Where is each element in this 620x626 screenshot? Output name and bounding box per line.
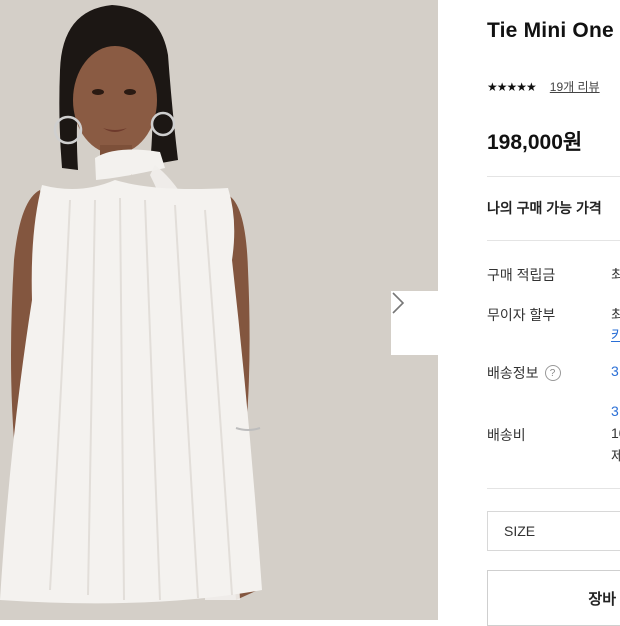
reward-label: 구매 적립금 (487, 267, 556, 283)
star-rating-icon: ★★★★★ (487, 79, 537, 94)
reward-value: 최 (611, 267, 620, 283)
installment-value: 최 (611, 307, 620, 323)
installment-label: 무이자 할부 (487, 307, 556, 323)
next-image-button[interactable] (391, 291, 438, 355)
shipping-fee-value-1: 3, (611, 403, 620, 419)
shipping-info-value[interactable]: 3 (611, 363, 619, 379)
question-circle-icon[interactable]: ? (544, 365, 561, 381)
shipping-fee-label: 배송비 (487, 427, 526, 443)
shipping-info-label: 배송정보 (487, 365, 539, 381)
model-photo-illustration (0, 0, 438, 620)
product-title: Tie Mini One (487, 19, 614, 42)
divider (487, 488, 620, 489)
product-info-panel: Tie Mini One ★★★★★ 19개 리뷰 198,000원 나의 구매… (438, 0, 620, 626)
shipping-fee-value-3: 제 (611, 448, 620, 464)
size-select[interactable]: SIZE (487, 511, 620, 551)
review-count-link[interactable]: 19개 리뷰 (550, 78, 600, 95)
divider (487, 176, 620, 177)
product-image (0, 0, 438, 620)
installment-card-link[interactable]: 카 (611, 325, 620, 345)
rating-row: ★★★★★ 19개 리뷰 (487, 78, 600, 95)
product-price: 198,000원 (487, 131, 583, 154)
available-price-label[interactable]: 나의 구매 가능 가격 (487, 198, 602, 218)
divider (487, 240, 620, 241)
add-to-cart-button[interactable]: 장바 (487, 570, 620, 626)
shipping-fee-value-2: 10 (611, 425, 620, 441)
chevron-right-icon (392, 292, 405, 314)
shipping-info-row: 배송정보 ? (487, 363, 561, 383)
